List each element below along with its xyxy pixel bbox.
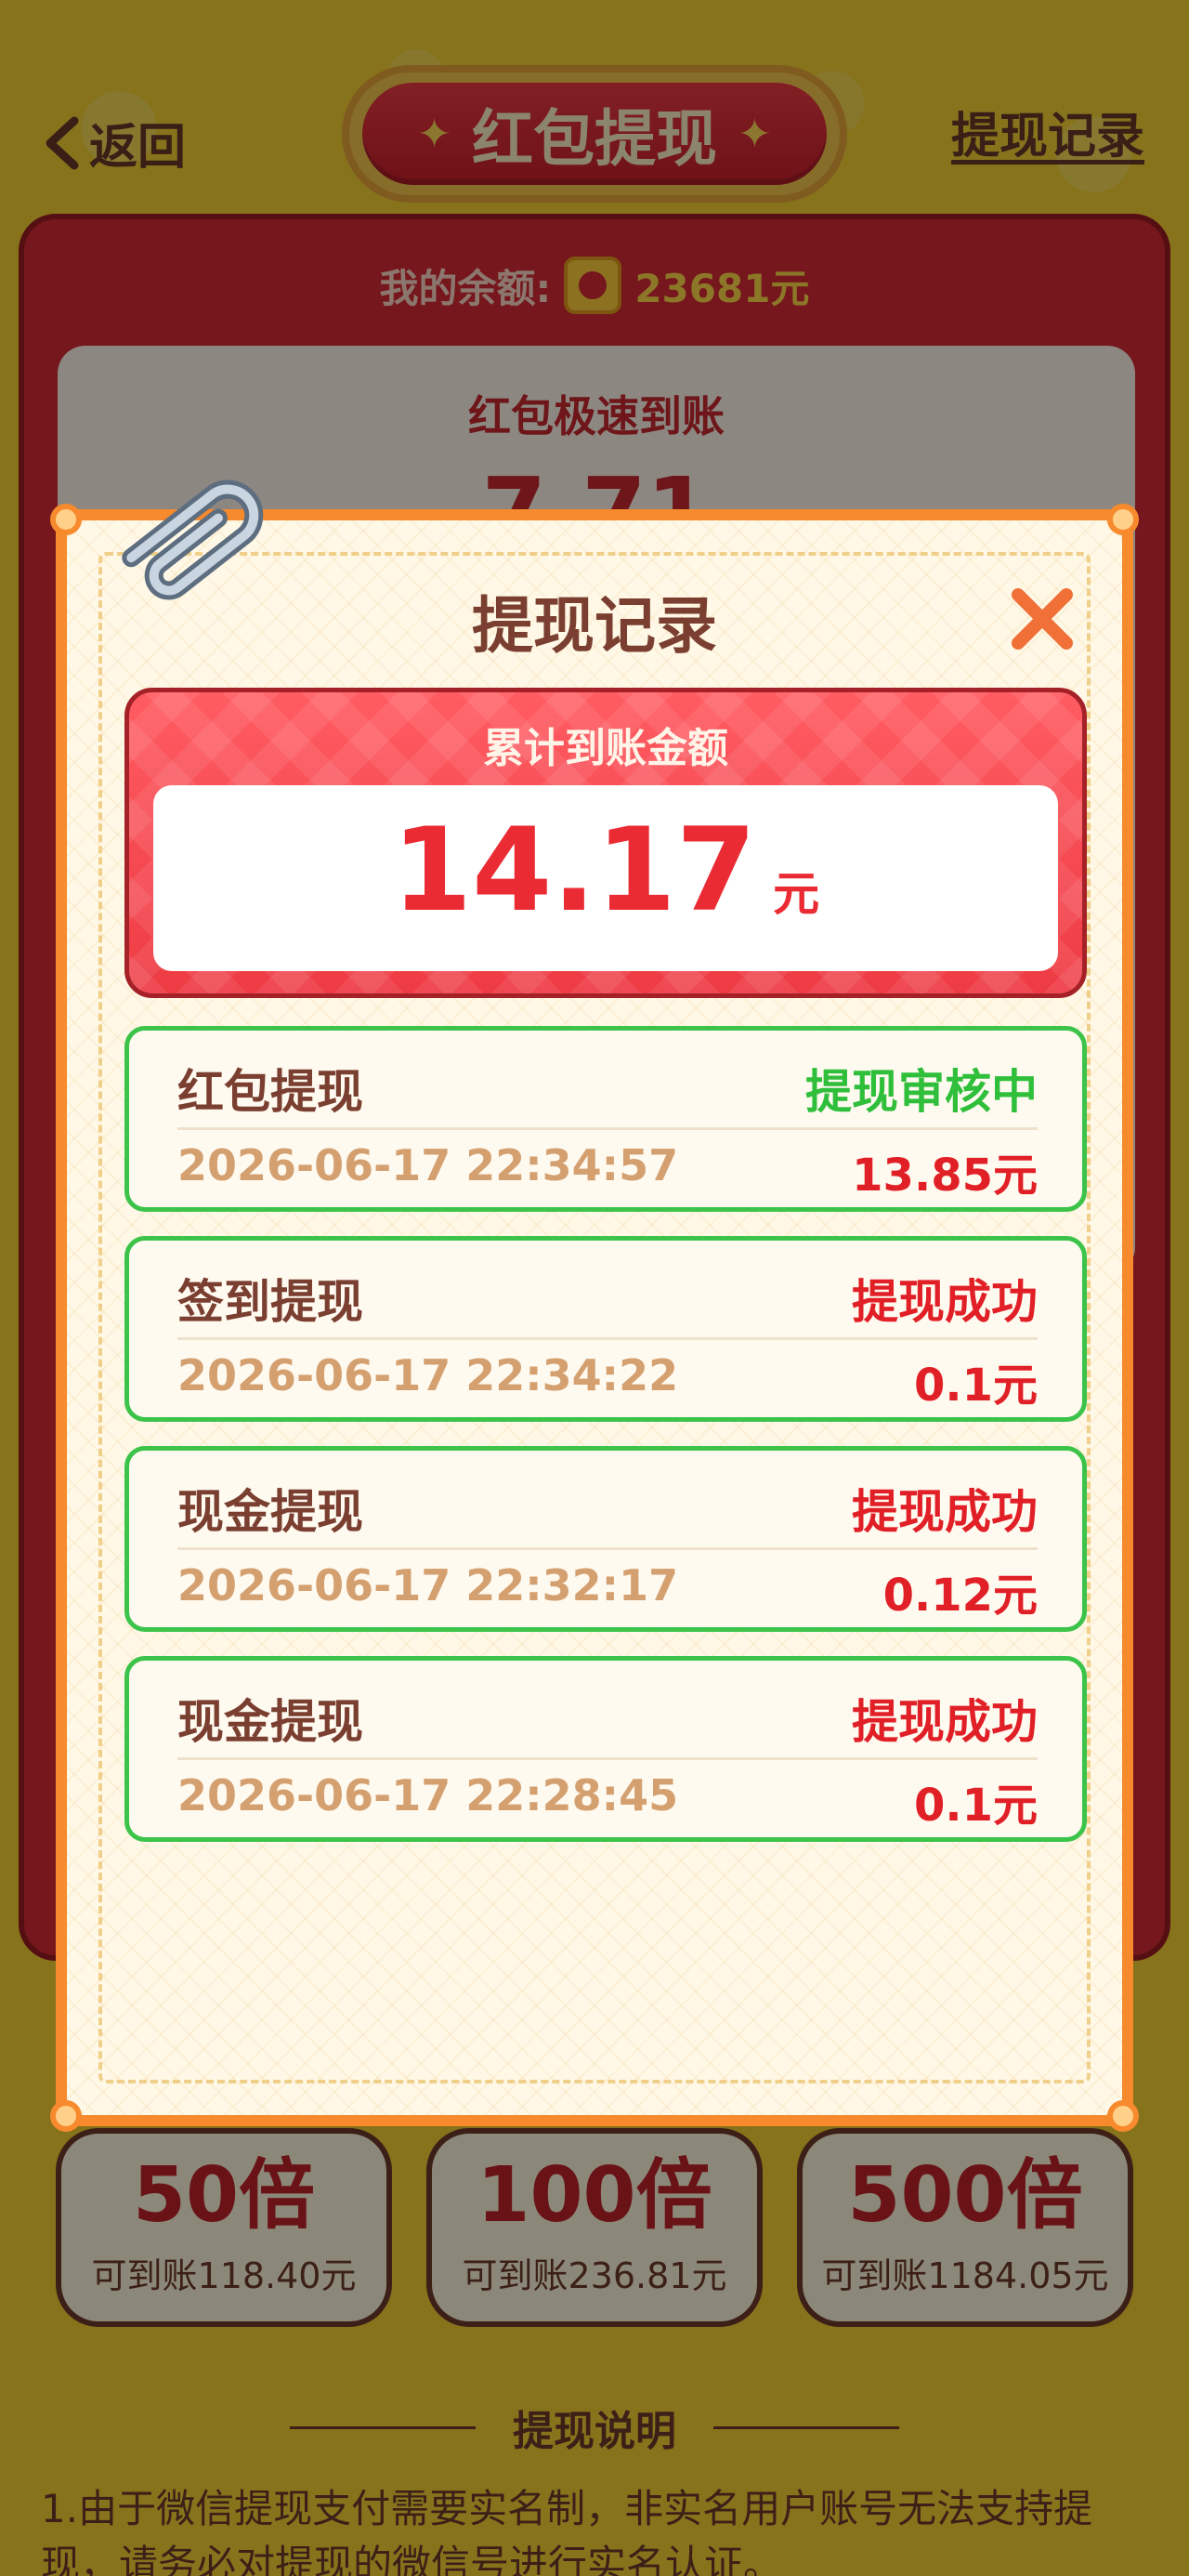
record-amount: 0.1元: [913, 1780, 1038, 1832]
total-received-panel: 14.17 元: [153, 785, 1058, 971]
record-status: 提现成功: [852, 1695, 1038, 1749]
total-received-unit: 元: [773, 867, 820, 921]
divider: [177, 1757, 1038, 1760]
record-type: 签到提现: [177, 1275, 363, 1329]
record-list: 红包提现 提现审核中 2026-06-17 22:34:57 13.85元 签到…: [124, 1026, 1087, 1866]
record-status: 提现成功: [852, 1275, 1038, 1329]
record-status: 提现成功: [852, 1485, 1038, 1539]
total-received-amount: 14.17: [391, 804, 757, 938]
divider: [177, 1547, 1038, 1550]
record-time: 2026-06-17 22:28:45: [177, 1770, 679, 1820]
record-item: 签到提现 提现成功 2026-06-17 22:34:22 0.1元: [124, 1236, 1087, 1422]
total-received-label: 累计到账金额: [483, 725, 728, 772]
record-type: 现金提现: [177, 1485, 363, 1539]
divider: [177, 1337, 1038, 1340]
record-item: 红包提现 提现审核中 2026-06-17 22:34:57 13.85元: [124, 1026, 1087, 1212]
divider: [177, 1127, 1038, 1130]
record-item: 现金提现 提现成功 2026-06-17 22:28:45 0.1元: [124, 1656, 1087, 1842]
corner-decoration: [1107, 504, 1139, 535]
record-time: 2026-06-17 22:34:22: [177, 1350, 679, 1400]
record-status: 提现审核中: [805, 1065, 1038, 1119]
record-amount: 0.1元: [913, 1360, 1038, 1412]
close-icon[interactable]: [1005, 582, 1079, 656]
corner-decoration: [50, 504, 82, 535]
record-time: 2026-06-17 22:34:57: [177, 1140, 679, 1190]
record-type: 红包提现: [177, 1065, 363, 1119]
record-item: 现金提现 提现成功 2026-06-17 22:32:17 0.12元: [124, 1446, 1087, 1632]
corner-decoration: [50, 2100, 82, 2132]
record-time: 2026-06-17 22:32:17: [177, 1560, 679, 1610]
corner-decoration: [1107, 2100, 1139, 2132]
record-type: 现金提现: [177, 1695, 363, 1749]
withdraw-records-modal: 提现记录 累计到账金额 14.17 元 红包提现 提现审核中 2026-06-1…: [50, 480, 1139, 2132]
record-amount: 13.85元: [852, 1150, 1038, 1202]
modal-body: 提现记录 累计到账金额 14.17 元 红包提现 提现审核中 2026-06-1…: [67, 520, 1122, 2115]
paperclip-icon: [122, 480, 264, 600]
total-received-box: 累计到账金额 14.17 元: [124, 688, 1087, 998]
record-amount: 0.12元: [882, 1570, 1038, 1622]
